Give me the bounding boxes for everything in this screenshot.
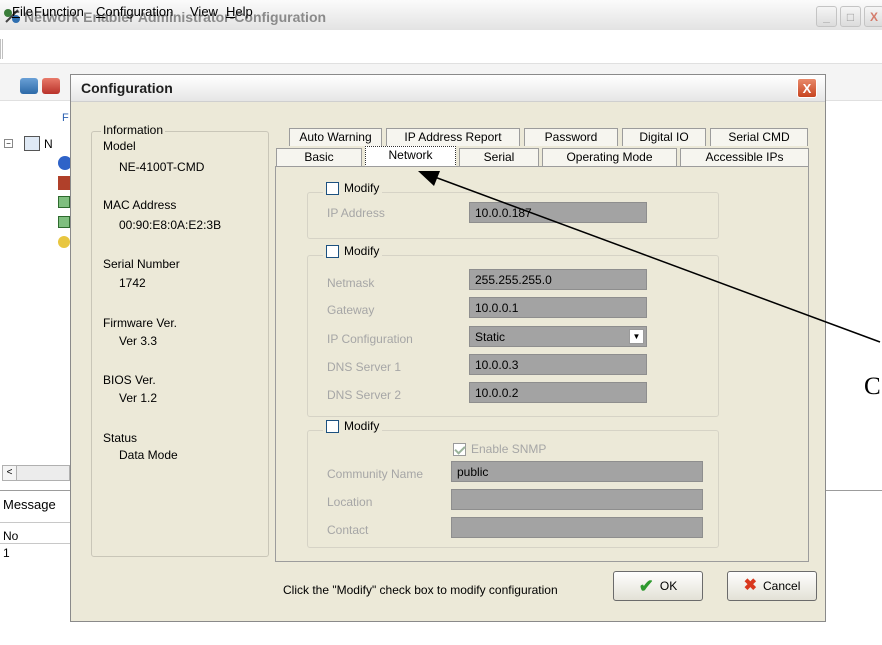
- annotation-text: C: [864, 373, 881, 400]
- annotation-arrow: [418, 171, 881, 343]
